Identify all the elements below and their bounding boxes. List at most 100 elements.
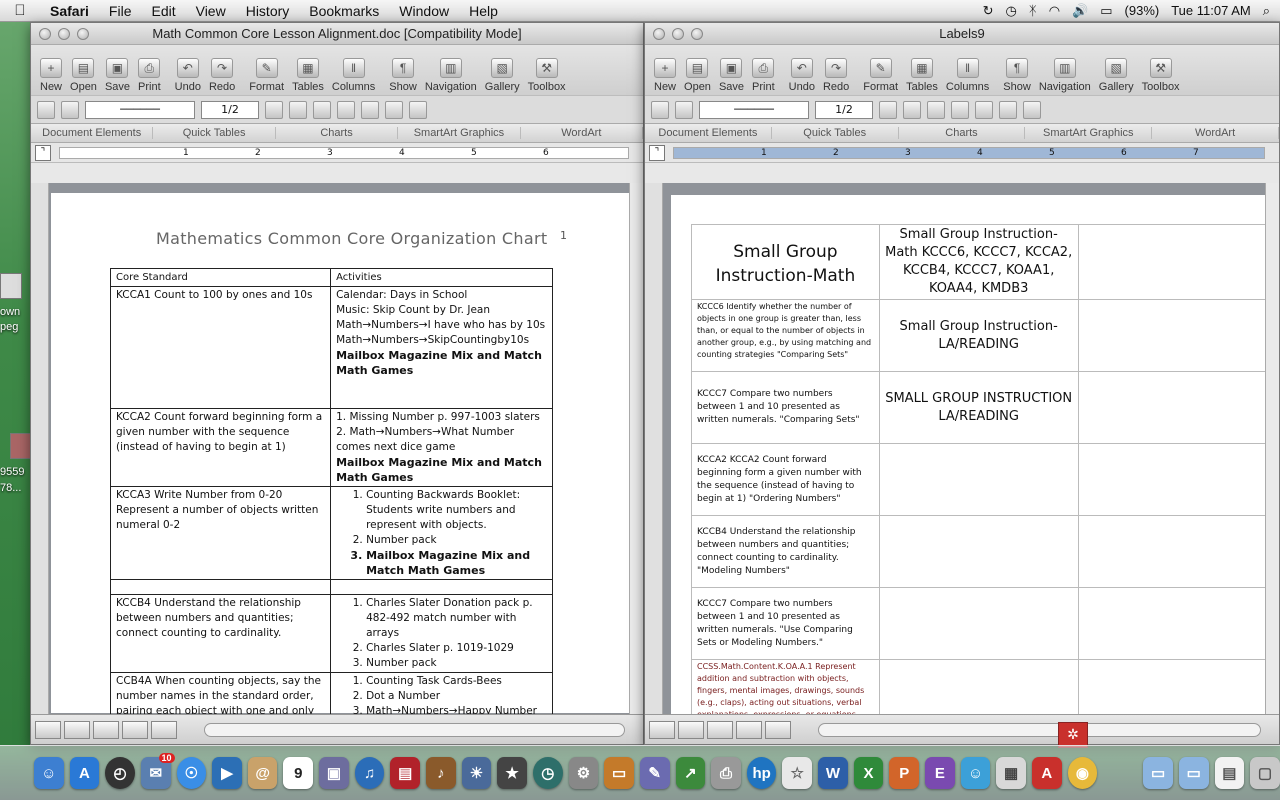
tab-charts[interactable]: Charts — [276, 127, 399, 139]
shading-button[interactable] — [927, 100, 945, 119]
label-cell[interactable]: Small Group Instruction-Math — [691, 224, 880, 300]
new-button[interactable]: + New — [651, 58, 679, 93]
undo-button[interactable]: ↶ Undo — [786, 58, 818, 93]
preferences-icon[interactable]: ⚙ — [568, 757, 599, 789]
split-cells-button[interactable] — [385, 100, 403, 119]
tab-stop-selector[interactable]: ⌝ — [35, 144, 51, 161]
border-color-button[interactable] — [265, 100, 283, 119]
navigation-button[interactable]: ▥ Navigation — [422, 58, 480, 93]
tab-stop-selector[interactable]: ⌝ — [649, 144, 665, 161]
draw-table-button[interactable] — [651, 100, 669, 119]
label-cell[interactable] — [878, 443, 1079, 516]
trash-icon[interactable]: ▢ — [1250, 757, 1280, 789]
tables-button[interactable]: ▦ Tables — [903, 58, 941, 93]
show-button[interactable]: ¶ Show — [1000, 58, 1034, 93]
print-button[interactable]: ⎙ Print — [135, 58, 164, 93]
facetime-icon[interactable]: ▶ — [212, 757, 242, 789]
insert-table-button[interactable] — [337, 100, 355, 119]
calendar-icon[interactable]: 9 — [283, 757, 314, 789]
label-cell[interactable] — [878, 659, 1079, 714]
horizontal-scrollbar[interactable] — [204, 722, 625, 737]
insert-table-button[interactable] — [951, 100, 969, 119]
line-style-select[interactable]: ────── — [85, 100, 195, 119]
excel-icon[interactable]: X — [853, 757, 884, 789]
split-cells-button[interactable] — [999, 100, 1017, 119]
tab-smartart-graphics[interactable]: SmartArt Graphics — [1025, 127, 1153, 139]
borders-button[interactable] — [903, 100, 921, 119]
tab-quick-tables[interactable]: Quick Tables — [772, 127, 899, 139]
document-page[interactable]: Mathematics Common Core Organization Cha… — [51, 193, 631, 714]
gallery-button[interactable]: ▧ Gallery — [1096, 58, 1137, 93]
desktop-file-icon[interactable] — [0, 273, 22, 299]
horizontal-ruler[interactable]: ⌝ 1 2 3 4 5 6 — [31, 143, 643, 163]
print-layout-view-button[interactable] — [122, 720, 148, 739]
standard-cell[interactable]: KCCA1 Count to 100 by ones and 10s — [109, 286, 332, 409]
title-bar[interactable]: Labels9 — [645, 23, 1279, 45]
tab-wordart[interactable]: WordArt — [1152, 127, 1279, 139]
time-machine-icon[interactable]: ◷ — [532, 757, 563, 789]
presentation-icon[interactable]: ▭ — [604, 757, 634, 789]
tab-document-elements[interactable]: Document Elements — [645, 127, 772, 139]
grapher-icon[interactable]: ↗ — [675, 757, 706, 789]
menu-window[interactable]: Window — [389, 3, 459, 19]
standard-cell[interactable]: CCB4A When counting objects, say the num… — [109, 672, 332, 714]
tab-smartart-graphics[interactable]: SmartArt Graphics — [398, 127, 521, 139]
sync-icon[interactable]: ↻ — [983, 3, 994, 19]
folder-icon[interactable]: ▭ — [1143, 757, 1173, 789]
label-cell[interactable]: SMALL GROUP INSTRUCTION LA/READING — [878, 371, 1079, 444]
eraser-button[interactable] — [675, 100, 693, 119]
open-button[interactable]: ▤ Open — [67, 58, 100, 93]
menu-file[interactable]: File — [99, 3, 142, 19]
label-cell[interactable]: KCCC6 Identify whether the number of obj… — [691, 299, 880, 372]
app-store-icon[interactable]: A — [69, 757, 100, 789]
label-cell[interactable]: Small Group Instruction-LA/READING — [878, 299, 1079, 372]
iphoto-icon[interactable]: ☀ — [461, 757, 492, 789]
calculator-icon[interactable]: ▦ — [996, 757, 1026, 789]
itunes-icon[interactable]: ♫ — [354, 757, 385, 789]
merge-cells-button[interactable] — [361, 100, 379, 119]
horizontal-ruler[interactable]: ⌝ 1 2 3 4 5 6 7 — [645, 143, 1279, 163]
entourage-icon[interactable]: E — [925, 757, 955, 789]
label-cell[interactable] — [1077, 224, 1268, 300]
label-cell[interactable] — [878, 515, 1079, 588]
save-button[interactable]: ▣ Save — [102, 58, 133, 93]
dashboard-icon[interactable]: ◴ — [105, 757, 135, 789]
document-page[interactable]: Small Group Instruction-Math Small Group… — [671, 195, 1268, 714]
format-button[interactable]: ✎ Format — [860, 58, 901, 93]
menu-app-name[interactable]: Safari — [40, 3, 99, 19]
activities-cell[interactable]: Charles Slater Donation pack p. 482-492 … — [330, 594, 553, 673]
mail-icon[interactable]: ✉ 10 — [140, 753, 175, 789]
word-icon[interactable]: W — [818, 757, 848, 789]
clock[interactable]: Tue 11:07 AM — [1171, 3, 1251, 18]
vertical-scrollbar[interactable] — [629, 183, 643, 714]
label-cell[interactable] — [1077, 443, 1268, 516]
outline-view-button[interactable] — [64, 720, 90, 739]
activities-cell[interactable]: 1. Missing Number p. 997-1003 slaters 2.… — [330, 408, 553, 487]
label-cell[interactable]: KCCC7 Compare two numbers between 1 and … — [691, 371, 880, 444]
align-button[interactable] — [1023, 100, 1041, 119]
label-cell[interactable] — [1077, 515, 1268, 588]
desktop-photo-icon[interactable] — [10, 433, 32, 459]
notebook-view-button[interactable] — [765, 720, 791, 739]
border-color-button[interactable] — [879, 100, 897, 119]
navigation-button[interactable]: ▥ Navigation — [1036, 58, 1094, 93]
ideas-icon[interactable]: ☆ — [782, 757, 813, 789]
show-button[interactable]: ¶ Show — [386, 58, 420, 93]
tab-quick-tables[interactable]: Quick Tables — [153, 127, 276, 139]
safari-icon[interactable]: ☉ — [176, 757, 207, 789]
line-weight-select[interactable]: 1/2 — [201, 100, 259, 119]
activities-cell[interactable]: Calendar: Days in School Music: Skip Cou… — [330, 286, 553, 409]
downloads-icon[interactable]: ▤ — [1214, 757, 1245, 789]
volume-icon[interactable]: 🔊 — [1072, 3, 1088, 19]
tab-wordart[interactable]: WordArt — [521, 127, 643, 139]
publishing-view-button[interactable] — [707, 720, 733, 739]
tab-document-elements[interactable]: Document Elements — [31, 127, 154, 139]
redo-button[interactable]: ↷ Redo — [206, 58, 238, 93]
chrome-icon[interactable]: ◉ — [1067, 757, 1098, 789]
line-weight-select[interactable]: 1/2 — [815, 100, 873, 119]
label-cell[interactable]: KCCC7 Compare two numbers between 1 and … — [691, 587, 880, 660]
menu-edit[interactable]: Edit — [141, 3, 185, 19]
label-cell[interactable] — [1077, 659, 1268, 714]
activities-cell[interactable] — [330, 579, 553, 595]
activities-cell[interactable]: Counting Backwards Booklet: Students wri… — [330, 486, 553, 580]
